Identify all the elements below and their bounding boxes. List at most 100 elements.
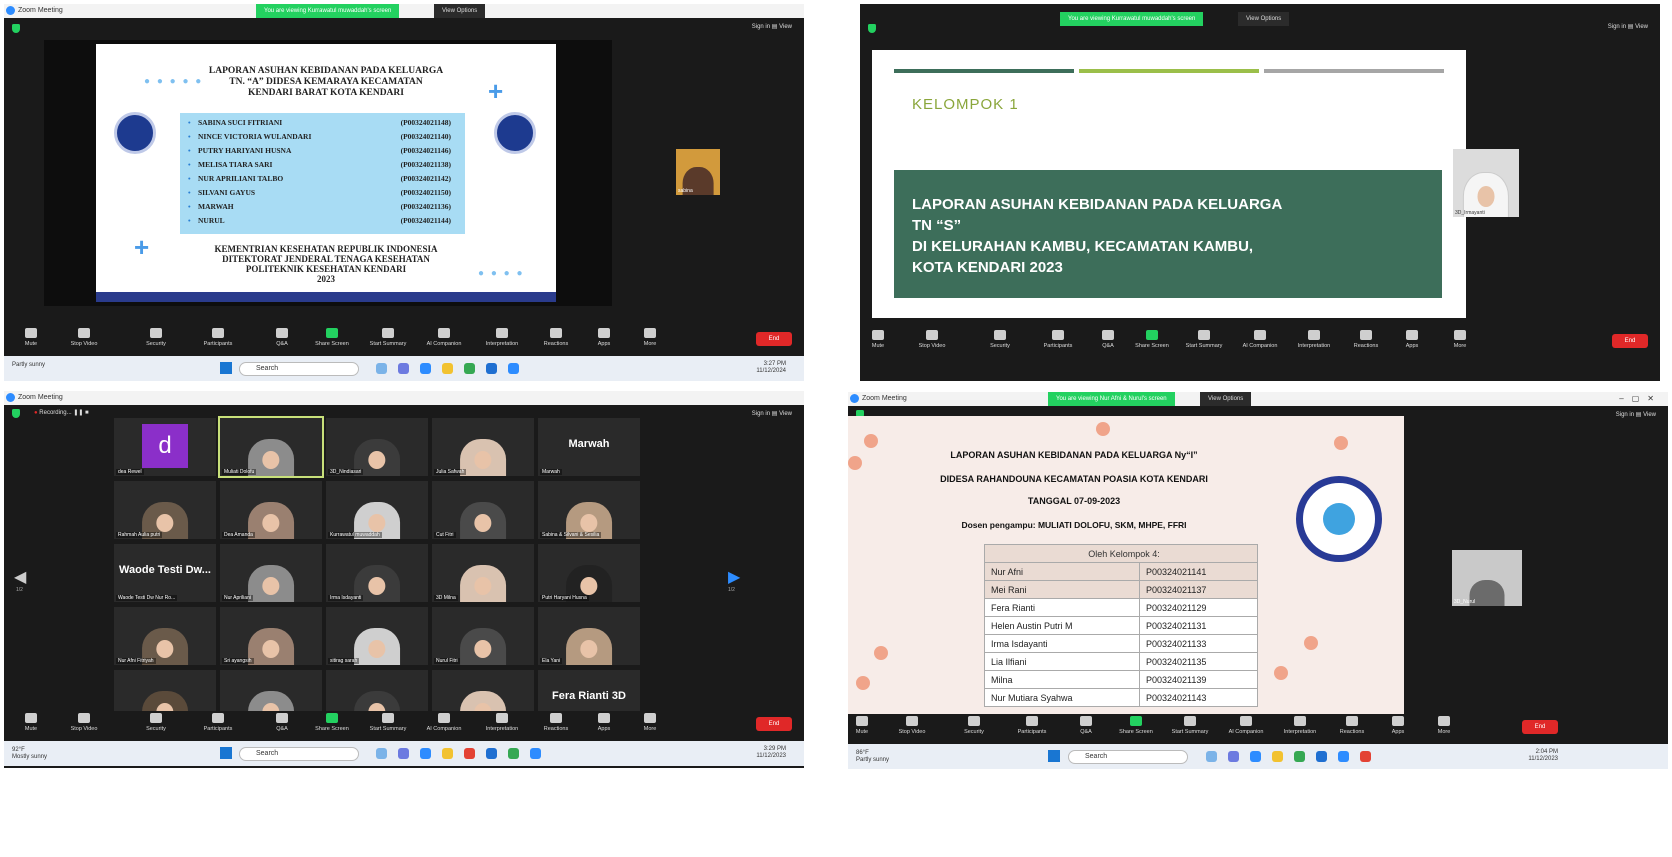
start-summary-button[interactable]: Start Summary bbox=[366, 328, 410, 347]
view-options-button[interactable]: View Options bbox=[1200, 392, 1252, 406]
start-summary-button[interactable]: Start Summary bbox=[366, 713, 410, 732]
mute-button[interactable]: Mute bbox=[9, 328, 53, 347]
weather-widget[interactable]: Partly sunny bbox=[12, 362, 45, 369]
sign-in-link[interactable]: Sign in ▤ View bbox=[752, 23, 792, 30]
windows-start-icon[interactable] bbox=[220, 362, 232, 374]
end-button[interactable]: End bbox=[756, 332, 792, 346]
windows-start-icon[interactable] bbox=[1048, 750, 1060, 762]
participant-tile[interactable]: Sabina & Silvani & Sesilia bbox=[538, 481, 640, 539]
apps-button[interactable]: Apps bbox=[1390, 330, 1434, 349]
reactions-button[interactable]: Reactions bbox=[1344, 330, 1388, 349]
participant-video[interactable]: sabina bbox=[676, 149, 720, 195]
mute-button[interactable]: Mute bbox=[9, 713, 53, 732]
participant-tile[interactable]: d dea Rewel bbox=[114, 418, 216, 476]
folder-icon[interactable] bbox=[442, 748, 453, 759]
end-button[interactable]: End bbox=[1612, 334, 1648, 348]
share-screen-button[interactable]: Share Screen bbox=[310, 328, 354, 347]
participant-tile[interactable]: Nur Apriliani bbox=[220, 544, 322, 602]
share-screen-button[interactable]: Share Screen bbox=[1114, 716, 1158, 735]
clock[interactable]: 3:29 PM 11/12/2023 bbox=[756, 746, 786, 760]
stop-video-button[interactable]: Stop Video bbox=[890, 716, 934, 735]
participant-tile[interactable]: Julia Safwah bbox=[432, 418, 534, 476]
end-button[interactable]: End bbox=[756, 717, 792, 731]
folder-icon[interactable] bbox=[442, 363, 453, 374]
chrome-icon[interactable] bbox=[464, 363, 475, 374]
more-button[interactable]: More bbox=[1422, 716, 1466, 735]
taskbar-search[interactable]: Search bbox=[1068, 750, 1188, 764]
interpretation-button[interactable]: Interpretation bbox=[1292, 330, 1336, 349]
zoom-icon[interactable] bbox=[530, 748, 541, 759]
participant-tile[interactable]: Nurul Fitri bbox=[432, 607, 534, 665]
clock[interactable]: 3:27 PM 11/12/2024 bbox=[756, 361, 786, 375]
folder-icon[interactable] bbox=[1272, 751, 1283, 762]
sign-in-link[interactable]: Sign in ▤ View bbox=[1608, 23, 1648, 30]
stop-video-button[interactable]: Stop Video bbox=[910, 330, 954, 349]
participant-tile[interactable]: Irma Isdayanti bbox=[326, 544, 428, 602]
app-icon[interactable] bbox=[1206, 751, 1217, 762]
participants-button[interactable]: Participants bbox=[196, 713, 240, 732]
participant-tile[interactable]: Cut Fitri bbox=[432, 481, 534, 539]
taskbar-search[interactable]: Search bbox=[239, 747, 359, 761]
pdf-icon[interactable] bbox=[1360, 751, 1371, 762]
start-summary-button[interactable]: Start Summary bbox=[1168, 716, 1212, 735]
interpretation-button[interactable]: Interpretation bbox=[480, 713, 524, 732]
app-icon[interactable] bbox=[376, 363, 387, 374]
participant-tile[interactable]: sitirag sarah bbox=[326, 607, 428, 665]
participant-tile[interactable]: Muliati Dolofu bbox=[218, 416, 324, 478]
participants-button[interactable]: Participants bbox=[1036, 330, 1080, 349]
participant-tile[interactable]: Kurrawatul muwaddah bbox=[326, 481, 428, 539]
apps-button[interactable]: Apps bbox=[582, 713, 626, 732]
interpretation-button[interactable]: Interpretation bbox=[1278, 716, 1322, 735]
participant-tile[interactable]: Dea Amanda bbox=[220, 481, 322, 539]
share-screen-button[interactable]: Share Screen bbox=[1130, 330, 1174, 349]
next-page-arrow[interactable]: ▶ bbox=[728, 567, 740, 587]
pdf-icon[interactable] bbox=[464, 748, 475, 759]
security-button[interactable]: Security bbox=[978, 330, 1022, 349]
windows-start-icon[interactable] bbox=[220, 747, 232, 759]
participants-button[interactable]: Participants bbox=[1010, 716, 1054, 735]
reactions-button[interactable]: Reactions bbox=[534, 328, 578, 347]
qa-button[interactable]: Q&A bbox=[260, 328, 304, 347]
participant-tile[interactable]: Nur Afni Fitriyah bbox=[114, 607, 216, 665]
weather-widget[interactable]: 86°F Partly sunny bbox=[856, 750, 889, 764]
app-icon[interactable] bbox=[420, 748, 431, 759]
ai-companion-button[interactable]: AI Companion bbox=[422, 713, 466, 732]
chrome-icon[interactable] bbox=[1294, 751, 1305, 762]
share-screen-button[interactable]: Share Screen bbox=[310, 713, 354, 732]
security-button[interactable]: Security bbox=[134, 713, 178, 732]
stop-video-button[interactable]: Stop Video bbox=[62, 713, 106, 732]
reactions-button[interactable]: Reactions bbox=[534, 713, 578, 732]
participant-tile[interactable]: Ela Yani bbox=[538, 607, 640, 665]
ai-companion-button[interactable]: AI Companion bbox=[422, 328, 466, 347]
apps-button[interactable]: Apps bbox=[1376, 716, 1420, 735]
more-button[interactable]: More bbox=[628, 713, 672, 732]
more-button[interactable]: More bbox=[628, 328, 672, 347]
interpretation-button[interactable]: Interpretation bbox=[480, 328, 524, 347]
clock[interactable]: 2:04 PM 11/12/2023 bbox=[1528, 749, 1558, 763]
weather-widget[interactable]: 92°F Mostly sunny bbox=[12, 747, 47, 761]
app-icon[interactable] bbox=[398, 363, 409, 374]
mute-button[interactable]: Mute bbox=[860, 330, 900, 349]
sign-in-link[interactable]: Sign in ▤ View bbox=[752, 410, 792, 417]
ai-companion-button[interactable]: AI Companion bbox=[1224, 716, 1268, 735]
app-icon[interactable] bbox=[1228, 751, 1239, 762]
participant-tile[interactable]: 3D Milna bbox=[432, 544, 534, 602]
more-button[interactable]: More bbox=[1438, 330, 1482, 349]
app-icon[interactable] bbox=[398, 748, 409, 759]
mute-button[interactable]: Mute bbox=[848, 716, 884, 735]
participant-video[interactable]: 3D_Irmayanti bbox=[1453, 149, 1519, 217]
stop-video-button[interactable]: Stop Video bbox=[62, 328, 106, 347]
word-icon[interactable] bbox=[486, 748, 497, 759]
participant-tile[interactable]: Putri Haryani Husna bbox=[538, 544, 640, 602]
app-icon[interactable] bbox=[1250, 751, 1261, 762]
zoom-icon[interactable] bbox=[508, 363, 519, 374]
view-options-button[interactable]: View Options bbox=[434, 4, 486, 18]
prev-page-arrow[interactable]: ◀ bbox=[14, 567, 26, 587]
view-options-button[interactable]: View Options bbox=[1238, 12, 1290, 26]
participants-button[interactable]: Participants bbox=[196, 328, 240, 347]
reactions-button[interactable]: Reactions bbox=[1330, 716, 1374, 735]
qa-button[interactable]: Q&A bbox=[1064, 716, 1108, 735]
participant-tile[interactable]: Waode Testi Dw... Waode Testi Dw Nur Ro..… bbox=[114, 544, 216, 602]
zoom-icon[interactable] bbox=[1338, 751, 1349, 762]
participant-tile[interactable]: Rahmah Aulia putri bbox=[114, 481, 216, 539]
